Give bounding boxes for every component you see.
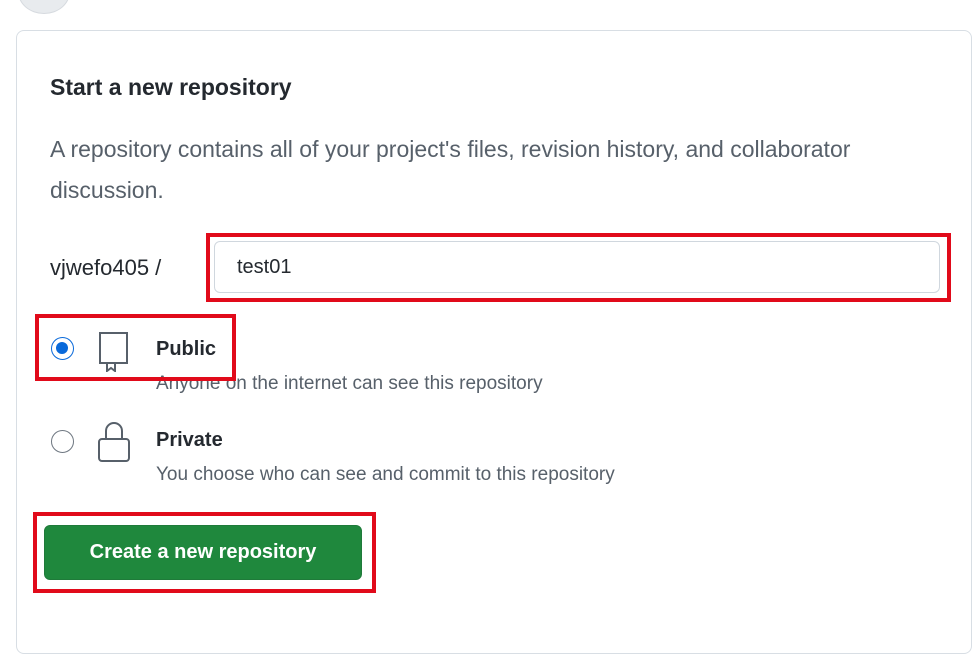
repo-icon [99,332,128,372]
lock-icon [98,422,130,462]
avatar[interactable] [18,0,70,14]
public-radio[interactable] [51,337,74,360]
private-label: Private [156,429,223,451]
public-description: Anyone on the internet can see this repo… [156,373,543,394]
form-title: Start a new repository [50,74,292,100]
create-repository-button[interactable]: Create a new repository [44,525,362,580]
page: Start a new repository A repository cont… [0,0,979,664]
public-label: Public [156,338,217,360]
form-description: A repository contains all of your projec… [50,136,851,203]
private-description: You choose who can see and commit to thi… [156,464,615,485]
repository-name-input[interactable] [214,241,940,293]
owner-label: vjwefo405 / [50,255,162,280]
private-radio[interactable] [51,430,74,453]
